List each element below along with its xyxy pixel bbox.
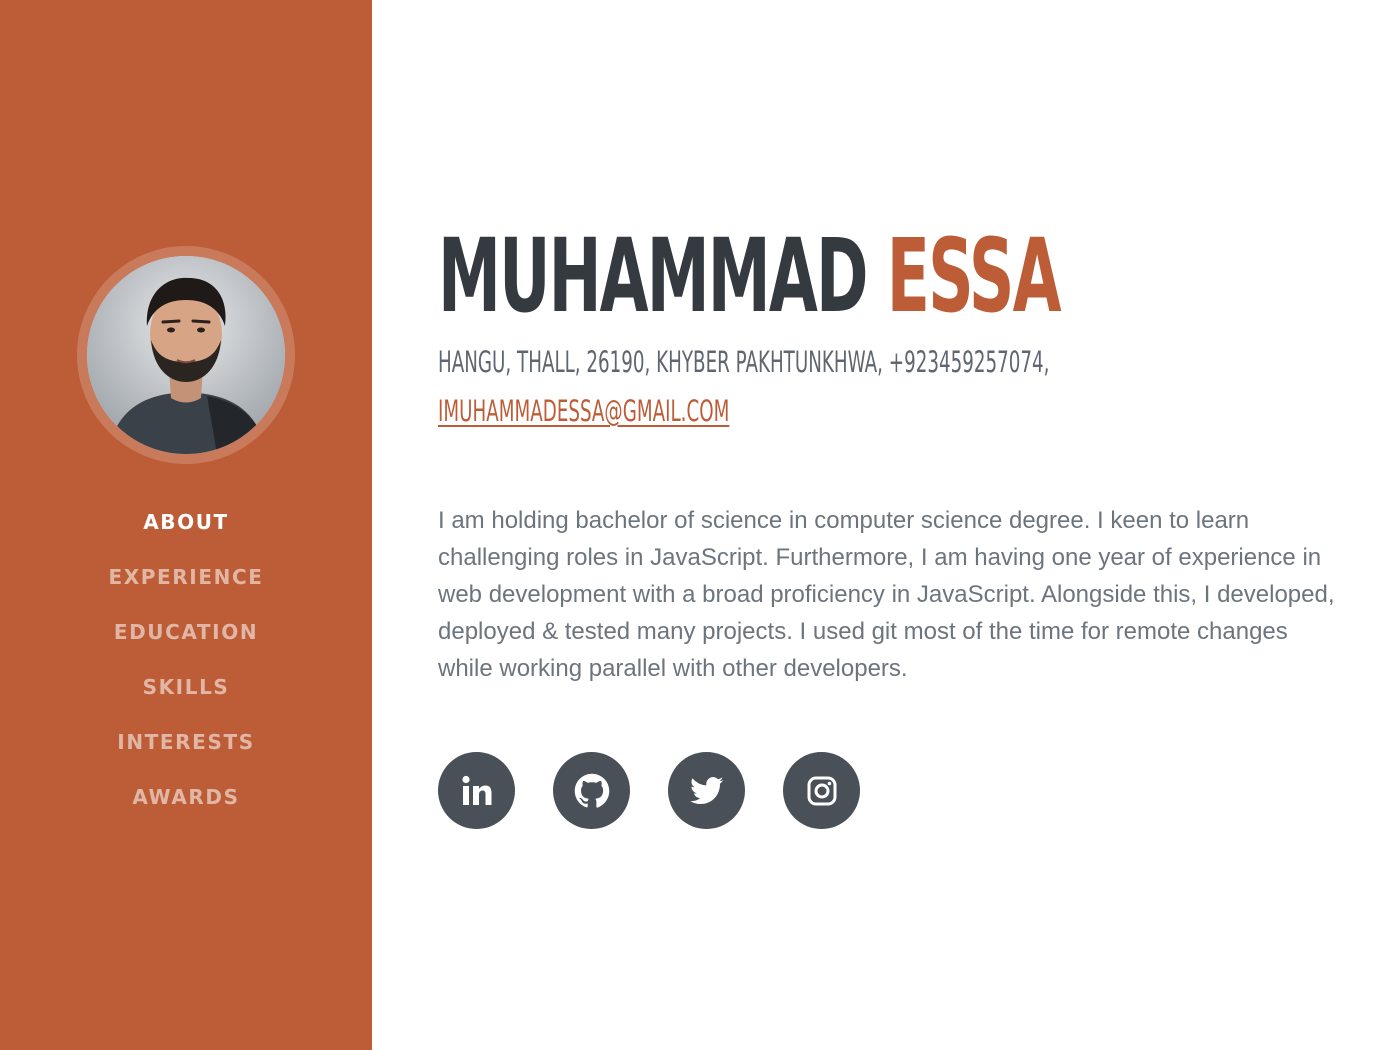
nav-item-experience[interactable]: EXPERIENCE <box>0 549 372 604</box>
nav-item-awards[interactable]: AWARDS <box>0 769 372 824</box>
linkedin-icon <box>461 775 491 805</box>
sidebar-nav: ABOUT EXPERIENCE EDUCATION SKILLS INTERE… <box>0 494 372 824</box>
sidebar: ABOUT EXPERIENCE EDUCATION SKILLS INTERE… <box>0 0 372 1050</box>
profile-photo-frame <box>77 246 295 464</box>
twitter-button[interactable] <box>668 752 745 829</box>
linkedin-button[interactable] <box>438 752 515 829</box>
profile-name: MUHAMMAD ESSA <box>438 222 1062 332</box>
instagram-button[interactable] <box>783 752 860 829</box>
email-link[interactable]: IMUHAMMADESSA@GMAIL.COM <box>438 391 729 431</box>
last-name: ESSA <box>886 217 1062 336</box>
nav-item-interests[interactable]: INTERESTS <box>0 714 372 769</box>
resume-page: ABOUT EXPERIENCE EDUCATION SKILLS INTERE… <box>0 0 1400 1050</box>
about-text: I am holding bachelor of science in comp… <box>438 507 1335 682</box>
profile-photo <box>87 256 285 454</box>
twitter-icon <box>689 776 723 804</box>
github-icon <box>574 773 609 808</box>
nav-item-education[interactable]: EDUCATION <box>0 604 372 659</box>
instagram-icon <box>807 776 836 805</box>
first-name: MUHAMMAD <box>438 217 868 336</box>
social-links <box>438 752 860 829</box>
contact-line: HANGU, THALL, 26190, KHYBER PAKHTUNKHWA,… <box>438 345 1050 379</box>
nav-item-skills[interactable]: SKILLS <box>0 659 372 714</box>
github-button[interactable] <box>553 752 630 829</box>
avatar-image <box>87 256 285 454</box>
nav-item-about[interactable]: ABOUT <box>0 494 372 549</box>
